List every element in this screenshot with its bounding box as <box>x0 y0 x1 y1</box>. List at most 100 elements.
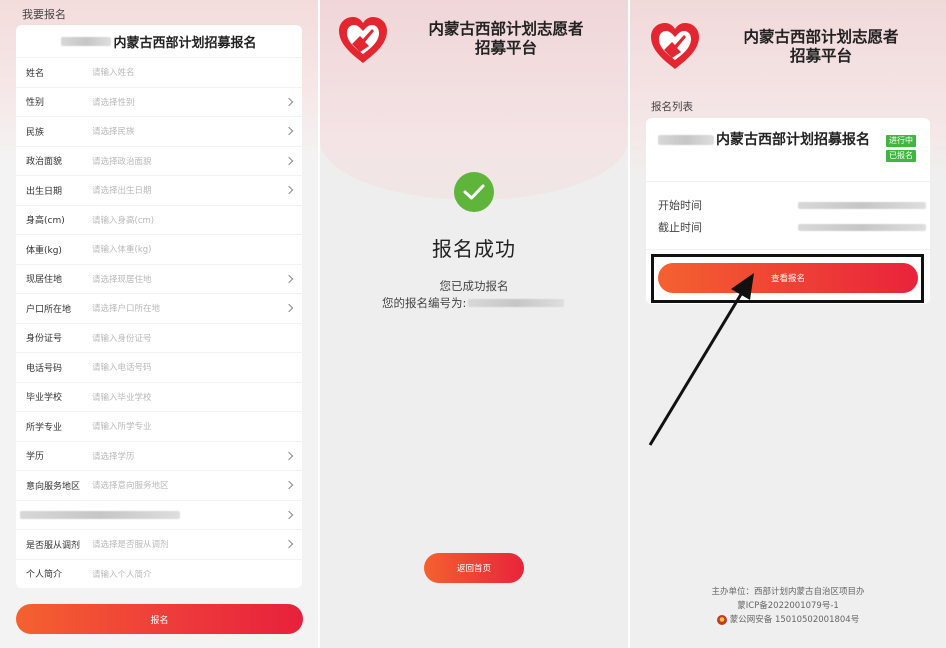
platform-title: 内蒙古西部计划志愿者 招募平台 <box>726 28 916 66</box>
field-placeholder[interactable]: 请选择民族 <box>92 125 135 137</box>
form-field-row[interactable]: 政治面貌 请选择政治面貌 <box>16 145 302 176</box>
field-label: 意向服务地区 <box>26 481 81 492</box>
start-time-label: 开始时间 <box>658 199 702 212</box>
registration-list-screen: 内蒙古西部计划志愿者 招募平台 报名列表 内蒙古西部计划招募报名 进行中 已报名… <box>630 0 946 648</box>
registration-number: 您的报名编号为: <box>382 295 565 311</box>
form-title: 内蒙古西部计划招募报名 <box>16 25 302 57</box>
redacted-text <box>658 135 714 145</box>
submit-button[interactable]: 报名 <box>16 604 303 634</box>
field-placeholder[interactable]: 请输入所学专业 <box>92 420 152 432</box>
field-placeholder[interactable]: 请输入姓名 <box>92 66 135 78</box>
chevron-right-icon <box>284 156 294 165</box>
field-label: 性别 <box>26 98 45 109</box>
field-placeholder[interactable]: 请选择学历 <box>92 450 135 462</box>
section-header: 我要报名 <box>22 8 66 21</box>
form-field-row[interactable]: 学历 请选择学历 <box>16 440 302 471</box>
field-label: 出生日期 <box>26 186 63 197</box>
field-placeholder[interactable]: 请输入个人简介 <box>92 568 152 580</box>
field-label: 个人简介 <box>26 570 63 581</box>
form-field-row[interactable]: 毕业学校 请输入毕业学校 <box>16 381 302 412</box>
chevron-right-icon <box>284 97 294 106</box>
form-field-row[interactable]: 现居住地 请选择现居住地 <box>16 263 302 294</box>
footer-icp: 蒙ICP备2022001079号-1 <box>737 601 839 611</box>
form-field-row[interactable]: 姓名 请输入姓名 <box>16 57 302 87</box>
field-placeholder[interactable]: 请输入电话号码 <box>92 361 152 373</box>
form-field-row[interactable] <box>16 499 302 530</box>
registration-success-screen: 内蒙古西部计划志愿者 招募平台 报名成功 您已成功报名 您的报名编号为: 返回首… <box>320 0 628 648</box>
field-placeholder[interactable]: 请输入体重(kg) <box>92 243 151 255</box>
platform-title: 内蒙古西部计划志愿者 招募平台 <box>416 20 596 58</box>
form-field-row[interactable]: 电话号码 请输入电话号码 <box>16 352 302 382</box>
heart-hand-logo-icon <box>651 23 699 69</box>
field-placeholder[interactable]: 请选择意向服务地区 <box>92 479 169 491</box>
field-placeholder[interactable]: 请选择出生日期 <box>92 184 152 196</box>
redacted-text <box>20 510 180 519</box>
redacted-text <box>61 36 112 46</box>
field-label: 毕业学校 <box>26 393 63 404</box>
registered-badge: 已报名 <box>886 150 916 162</box>
end-time-label: 截止时间 <box>658 221 702 234</box>
chevron-right-icon <box>284 481 294 490</box>
field-label: 体重(kg) <box>26 245 62 256</box>
return-home-button[interactable]: 返回首页 <box>424 553 524 583</box>
redacted-text <box>468 299 565 307</box>
field-label: 民族 <box>26 127 45 138</box>
field-placeholder[interactable]: 请选择性别 <box>92 96 135 108</box>
form-field-row[interactable]: 身份证号 请输入身份证号 <box>16 322 302 353</box>
footer-police-record: 蒙公网安备 15010502001804号 <box>716 613 860 627</box>
footer-organizer: 主办单位：西部计划内蒙古自治区项目办 <box>711 587 865 597</box>
chevron-right-icon <box>284 186 294 195</box>
field-label: 身高(cm) <box>26 216 65 227</box>
field-label: 政治面貌 <box>26 157 63 168</box>
form-field-row[interactable]: 是否服从调剂 请选择是否服从调剂 <box>16 529 302 559</box>
card-title: 内蒙古西部计划招募报名 <box>658 130 878 150</box>
form-title-text: 内蒙古西部计划招募报名 <box>113 35 257 51</box>
field-label: 电话号码 <box>26 363 63 374</box>
field-label: 姓名 <box>26 68 45 79</box>
field-placeholder[interactable]: 请输入身高(cm) <box>92 214 154 226</box>
highlight-box <box>651 254 924 303</box>
success-check-icon <box>454 172 494 212</box>
field-placeholder[interactable]: 请选择户口所在地 <box>92 302 160 314</box>
field-placeholder[interactable]: 请选择是否服从调剂 <box>92 538 169 550</box>
form-field-row[interactable]: 意向服务地区 请选择意向服务地区 <box>16 470 302 500</box>
platform-title-line1: 内蒙古西部计划志愿者 <box>743 28 899 46</box>
form-field-row[interactable]: 身高(cm) 请输入身高(cm) <box>16 204 302 235</box>
success-message: 您已成功报名 <box>439 279 509 293</box>
chevron-right-icon <box>284 127 294 136</box>
field-placeholder[interactable]: 请选择政治面貌 <box>92 155 152 167</box>
status-badge: 进行中 <box>886 135 916 147</box>
registration-number-label: 您的报名编号为: <box>382 296 467 310</box>
footer: 主办单位：西部计划内蒙古自治区项目办 蒙ICP备2022001079号-1 蒙公… <box>630 585 946 630</box>
form-card: 内蒙古西部计划招募报名 姓名 请输入姓名 性别 请选择性别 民族 请选择民族 政治面貌 请选择… <box>16 25 302 588</box>
field-label: 现居住地 <box>26 275 63 286</box>
success-title: 报名成功 <box>432 237 516 261</box>
divider <box>646 181 930 182</box>
chevron-right-icon <box>284 510 294 519</box>
platform-title-line2: 招募平台 <box>474 39 537 57</box>
footer-police-text: 蒙公网安备 15010502001804号 <box>729 615 860 625</box>
form-field-row[interactable]: 个人简介 请输入个人简介 <box>16 558 302 589</box>
chevron-right-icon <box>284 540 294 549</box>
list-label: 报名列表 <box>651 101 693 113</box>
form-field-row[interactable]: 性别 请选择性别 <box>16 86 302 117</box>
field-label: 户口所在地 <box>26 304 72 315</box>
heart-hand-logo-icon <box>339 17 387 63</box>
form-field-row[interactable]: 所学专业 请输入所学专业 <box>16 411 302 441</box>
form-fields: 姓名 请输入姓名性别 请选择性别民族 请选择民族政治面貌 请选择政治面貌出生日期 请选择出… <box>16 57 302 588</box>
field-placeholder[interactable]: 请输入毕业学校 <box>92 391 152 403</box>
chevron-right-icon <box>284 304 294 313</box>
form-field-row[interactable]: 户口所在地 请选择户口所在地 <box>16 293 302 323</box>
field-placeholder[interactable]: 请输入身份证号 <box>92 332 152 344</box>
field-placeholder[interactable]: 请选择现居住地 <box>92 273 152 285</box>
redacted-text <box>798 202 926 209</box>
redacted-text <box>798 224 926 231</box>
police-badge-icon <box>716 615 727 625</box>
platform-title-line2: 招募平台 <box>789 47 852 65</box>
field-label: 所学专业 <box>26 422 63 433</box>
form-field-row[interactable]: 体重(kg) 请输入体重(kg) <box>16 234 302 264</box>
card-title-text: 内蒙古西部计划招募报名 <box>716 132 870 148</box>
form-field-row[interactable]: 出生日期 请选择出生日期 <box>16 175 302 205</box>
form-field-row[interactable]: 民族 请选择民族 <box>16 116 302 146</box>
chevron-right-icon <box>284 274 294 283</box>
